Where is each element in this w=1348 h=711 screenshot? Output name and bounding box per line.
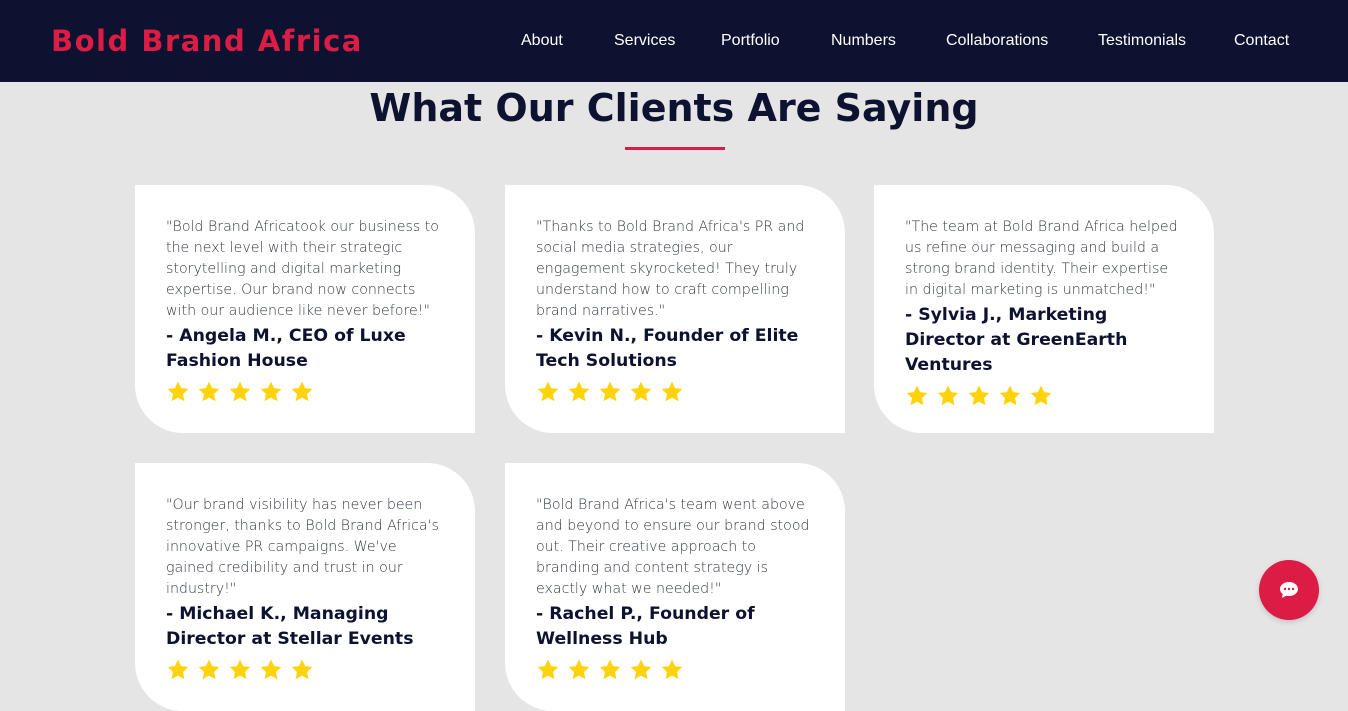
testimonial-quote: "Thanks to Bold Brand Africa's PR and so… (536, 219, 805, 319)
chat-bubble-icon (1280, 582, 1298, 598)
star-icon (906, 385, 928, 406)
star-icon (229, 381, 251, 402)
nav-portfolio[interactable]: Portfolio (721, 32, 780, 50)
star-icon (537, 659, 559, 680)
testimonial-author: - Sylvia J., Marketing Director at Green… (905, 305, 1128, 375)
star-icon (260, 381, 282, 402)
star-icon (291, 381, 313, 402)
nav-collaborations[interactable]: Collaborations (946, 32, 1048, 50)
star-icon (229, 659, 251, 680)
testimonial-card: "Thanks to Bold Brand Africa's PR and so… (505, 185, 845, 433)
section-title: What Our Clients Are Saying (369, 86, 979, 130)
nav-testimonials[interactable]: Testimonials (1098, 32, 1186, 50)
testimonial-author: - Rachel P., Founder of Wellness Hub (536, 604, 755, 649)
star-icon (1030, 385, 1052, 406)
star-icon (599, 659, 621, 680)
star-icon (968, 385, 990, 406)
star-rating (536, 380, 815, 404)
star-icon (291, 659, 313, 680)
star-icon (198, 659, 220, 680)
star-rating (536, 658, 815, 682)
testimonial-author: - Michael K., Managing Director at Stell… (166, 604, 414, 649)
star-icon (568, 381, 590, 402)
star-icon (999, 385, 1021, 406)
testimonial-quote: "Our brand visibility has never been str… (166, 497, 439, 597)
star-rating (905, 384, 1184, 408)
nav-contact[interactable]: Contact (1234, 32, 1289, 50)
top-navbar: Bold Brand Africa About Services Portfol… (0, 0, 1348, 82)
star-icon (167, 381, 189, 402)
star-icon (937, 385, 959, 406)
brand-logo[interactable]: Bold Brand Africa (51, 24, 363, 58)
testimonial-card: "The team at Bold Brand Africa helped us… (874, 185, 1214, 433)
chat-button[interactable] (1259, 560, 1319, 620)
testimonial-author: - Kevin N., Founder of Elite Tech Soluti… (536, 326, 799, 371)
star-icon (661, 381, 683, 402)
nav-services[interactable]: Services (614, 32, 675, 50)
star-icon (630, 659, 652, 680)
star-rating (166, 380, 445, 404)
star-icon (167, 659, 189, 680)
star-icon (661, 659, 683, 680)
star-icon (630, 381, 652, 402)
star-icon (198, 381, 220, 402)
testimonial-author: - Angela M., CEO of Luxe Fashion House (166, 326, 406, 371)
nav-about[interactable]: About (521, 32, 563, 50)
testimonial-quote: "Bold Brand Africatook our business to t… (166, 219, 439, 319)
star-icon (568, 659, 590, 680)
testimonial-card: "Bold Brand Africatook our business to t… (135, 185, 475, 433)
title-underline (625, 147, 725, 150)
star-icon (260, 659, 282, 680)
testimonial-quote: "The team at Bold Brand Africa helped us… (905, 219, 1178, 298)
star-icon (537, 381, 559, 402)
testimonial-quote: "Bold Brand Africa's team went above and… (536, 497, 810, 597)
testimonial-card: "Bold Brand Africa's team went above and… (505, 463, 845, 711)
testimonial-card: "Our brand visibility has never been str… (135, 463, 475, 711)
star-rating (166, 658, 445, 682)
nav-numbers[interactable]: Numbers (831, 32, 896, 50)
star-icon (599, 381, 621, 402)
